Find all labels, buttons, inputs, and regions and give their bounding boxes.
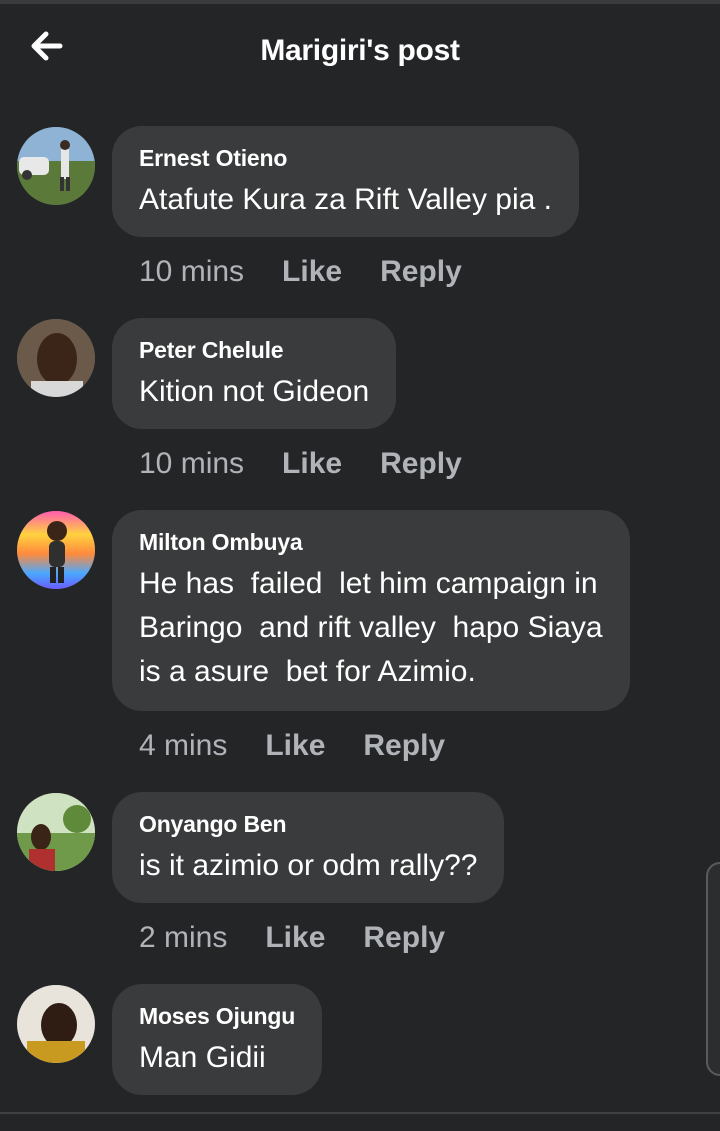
- reply-button[interactable]: Reply: [363, 729, 445, 762]
- comment-bubble[interactable]: Peter Chelule Kition not Gideon: [112, 318, 397, 429]
- scrollbar-handle[interactable]: [706, 862, 720, 1076]
- comment-bubble[interactable]: Onyango Ben is it azimio or odm rally??: [112, 792, 505, 903]
- comment-author[interactable]: Ernest Otieno: [139, 144, 552, 172]
- avatar[interactable]: [17, 985, 95, 1063]
- comment-text: is it azimio or odm rally??: [139, 849, 478, 882]
- like-button[interactable]: Like: [265, 729, 325, 762]
- comment-time: 4 mins: [139, 729, 228, 762]
- comment-text: Man Gidii: [139, 1041, 266, 1074]
- comment-time: 2 mins: [139, 921, 228, 954]
- avatar[interactable]: [17, 793, 95, 871]
- comment-author[interactable]: Onyango Ben: [139, 810, 477, 838]
- avatar[interactable]: [17, 511, 95, 589]
- comment-author[interactable]: Peter Chelule: [139, 336, 369, 364]
- like-button[interactable]: Like: [282, 255, 342, 288]
- comment-text: He has failed let him campaign in Baring…: [139, 567, 603, 688]
- comment-actions: 10 mins Like Reply: [139, 254, 462, 290]
- comment-actions: 4 mins Like Reply: [139, 728, 445, 764]
- comment-actions: 2 mins Like Reply: [139, 920, 445, 956]
- like-button[interactable]: Like: [282, 447, 342, 480]
- comment-bubble[interactable]: Moses Ojungu Man Gidii: [112, 984, 323, 1095]
- page-title: Marigiri's post: [260, 34, 460, 67]
- post-comments-screen: Marigiri's post Ernest Otieno Atafute Ku…: [0, 0, 720, 1131]
- comment-bubble[interactable]: Ernest Otieno Atafute Kura za Rift Valle…: [112, 126, 579, 237]
- avatar[interactable]: [17, 127, 95, 205]
- comment-actions: 10 mins Like Reply: [139, 446, 462, 482]
- comment-author[interactable]: Moses Ojungu: [139, 1002, 295, 1030]
- comment-text: Atafute Kura za Rift Valley pia .: [139, 183, 552, 216]
- comment-text: Kition not Gideon: [139, 375, 370, 408]
- comment-author[interactable]: Milton Ombuya: [139, 528, 603, 556]
- bottom-divider: [0, 1112, 720, 1114]
- comment-time: 10 mins: [139, 255, 245, 288]
- comment-time: 10 mins: [139, 447, 245, 480]
- avatar[interactable]: [17, 319, 95, 397]
- comment-bubble[interactable]: Milton Ombuya He has failed let him camp…: [112, 510, 630, 711]
- reply-button[interactable]: Reply: [363, 921, 445, 954]
- reply-button[interactable]: Reply: [380, 447, 462, 480]
- like-button[interactable]: Like: [265, 921, 325, 954]
- reply-button[interactable]: Reply: [380, 255, 462, 288]
- header-bar: Marigiri's post: [0, 4, 720, 100]
